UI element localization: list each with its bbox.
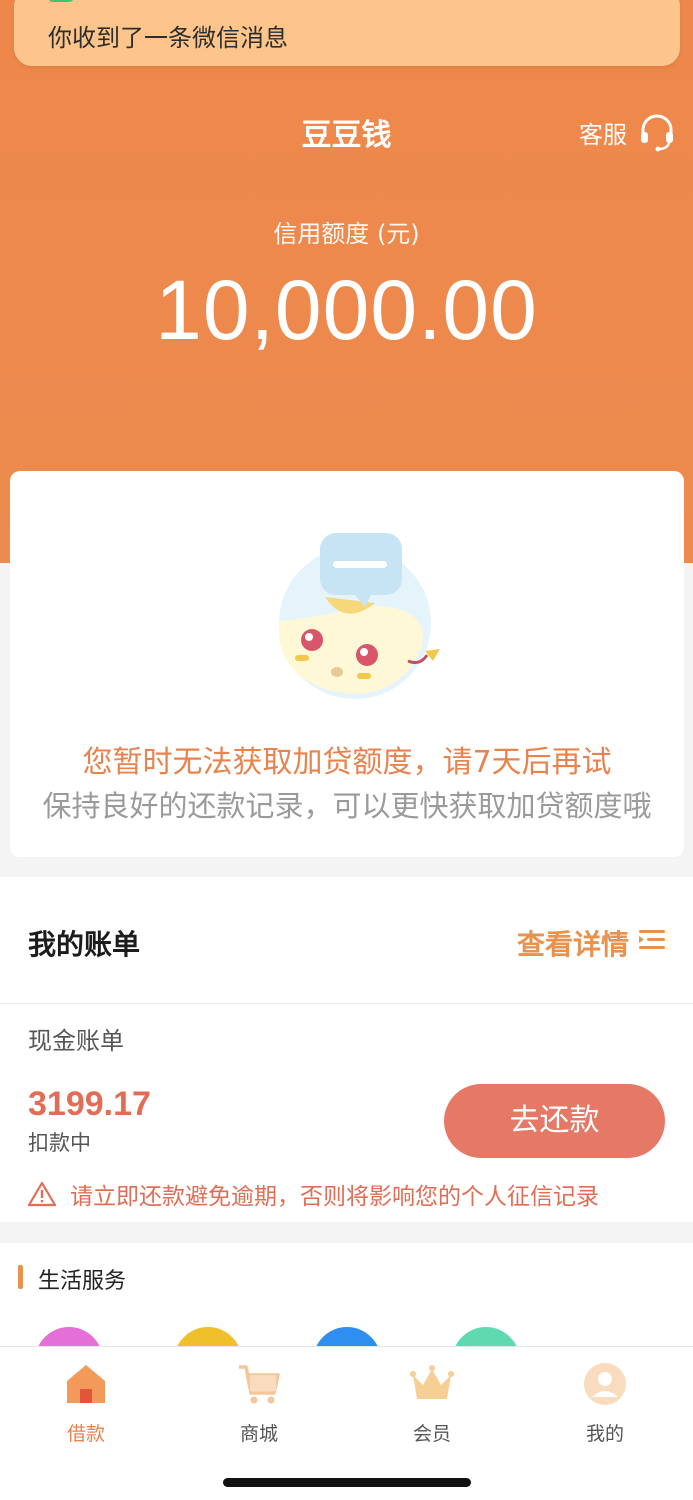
home-indicator[interactable]	[223, 1478, 471, 1487]
customer-service-button[interactable]: 客服	[579, 112, 677, 152]
tab-mall[interactable]: 商城	[214, 1361, 304, 1446]
tab-mall-label: 商城	[239, 1423, 278, 1445]
wechat-icon	[46, 0, 76, 2]
bottom-tab-bar: 借款 商城 会员 我的	[0, 1346, 693, 1500]
overdue-warning: 请立即还款避免逾期，否则将影响您的个人征信记录	[28, 1177, 599, 1211]
view-details-link[interactable]: 查看详情	[517, 923, 629, 963]
bean-mascot-icon	[278, 533, 440, 699]
cart-icon	[239, 1365, 280, 1404]
loan-notice-card: 您暂时无法获取加贷额度，请7天后再试 保持良好的还款记录，可以更快获取加贷额度哦	[10, 471, 684, 857]
warning-icon	[28, 1181, 56, 1207]
cash-bill-amount: 3199.17	[28, 1085, 151, 1123]
bill-header: 我的账单 查看详情	[0, 877, 693, 1004]
notice-main-text: 您暂时无法获取加贷额度，请7天后再试	[82, 745, 612, 780]
cash-bill-status: 扣款中	[28, 1131, 91, 1155]
home-icon	[67, 1365, 105, 1403]
profile-icon	[584, 1363, 626, 1405]
tab-mine-label: 我的	[585, 1423, 624, 1445]
life-services-title: 生活服务	[38, 1269, 127, 1294]
section-accent-bar	[18, 1265, 23, 1289]
cash-bill-label: 现金账单	[28, 1027, 124, 1055]
credit-limit-amount: 10,000.00	[155, 263, 538, 357]
overdue-warning-text: 请立即还款避免逾期，否则将影响您的个人征信记录	[70, 1184, 599, 1210]
my-bill-section: 我的账单 查看详情 现金账单 3199.17 扣款中 去还款 请立即还款避免逾期…	[0, 877, 693, 1222]
crown-icon	[410, 1365, 454, 1399]
notification-text: 你收到了一条微信消息	[48, 24, 288, 52]
tab-loan-label: 借款	[66, 1423, 105, 1445]
headset-icon	[641, 114, 673, 152]
life-services-section: 生活服务	[0, 1243, 693, 1395]
bill-title: 我的账单	[28, 928, 141, 961]
list-icon[interactable]	[637, 927, 667, 953]
customer-service-label: 客服	[579, 120, 627, 149]
tab-member-label: 会员	[412, 1423, 451, 1445]
credit-limit-label: 信用额度 (元)	[273, 220, 420, 248]
tab-mine[interactable]: 我的	[560, 1361, 650, 1446]
wechat-notification[interactable]: 你收到了一条微信消息	[14, 0, 680, 66]
tab-loan[interactable]: 借款	[41, 1361, 131, 1446]
repay-button[interactable]: 去还款	[444, 1084, 665, 1158]
notice-sub-text: 保持良好的还款记录，可以更快获取加贷额度哦	[42, 789, 652, 823]
tab-member[interactable]: 会员	[387, 1361, 477, 1446]
